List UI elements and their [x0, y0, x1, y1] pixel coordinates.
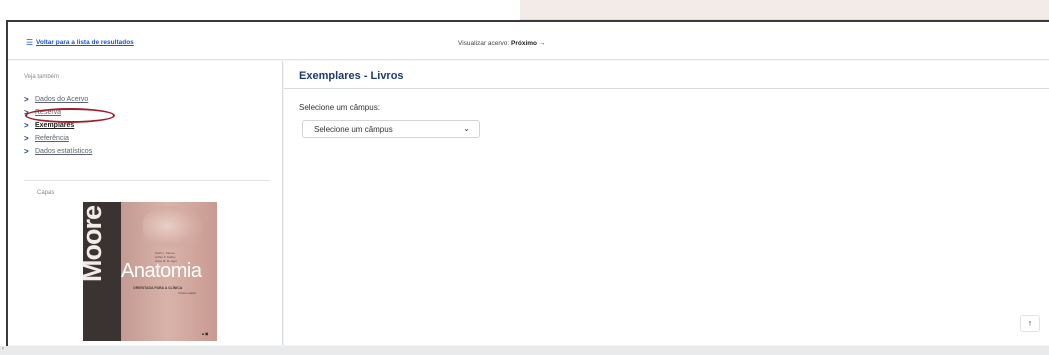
sidebar-item-label: Dados do Acervo	[35, 96, 89, 103]
cover-subtitle: ORIENTADA PARA A CLÍNICA	[133, 286, 183, 290]
main-panel	[284, 61, 1049, 345]
sidebar-item-label: Exemplares	[35, 122, 75, 129]
visualizar-acervo: Visualizar acervo: Próximo →	[458, 40, 545, 47]
title-divider	[284, 88, 1049, 89]
cover-title: Anatomia	[121, 260, 202, 282]
list-icon: ☰	[26, 38, 34, 47]
cover-author-name: Moore	[83, 206, 107, 282]
next-item-link[interactable]: Próximo →	[511, 40, 545, 47]
sidebar-item-label: Dados estatísticos	[35, 148, 93, 155]
chevron-down-icon: ⌄	[463, 124, 470, 133]
chevron-right-icon: >	[24, 134, 29, 143]
publisher-logo-icon: ▲◼	[201, 331, 209, 336]
bottom-scrollbar-area	[0, 346, 1049, 355]
chevron-right-icon: >	[24, 95, 29, 104]
page-title: Exemplares - Livros	[299, 70, 404, 82]
visualizar-label: Visualizar acervo:	[458, 40, 510, 47]
campus-select-value: Selecione um câmpus	[314, 125, 393, 134]
capas-heading: Capas	[37, 190, 55, 196]
chevron-right-icon: >	[24, 147, 29, 156]
book-cover-image: Keith L. Moore Arthur F. Dalley Anne M. …	[83, 202, 217, 341]
scroll-left-icon[interactable]: ‹	[2, 346, 4, 352]
arrow-up-icon: ↑	[1027, 318, 1033, 328]
screenshot-stage: ☰ Voltar para a lista de resultados Visu…	[0, 0, 1049, 355]
back-to-results-label: Voltar para a lista de resultados	[36, 39, 134, 46]
campus-label: Selecione um câmpus:	[299, 103, 380, 112]
sidebar-divider	[24, 180, 270, 181]
cover-edition: Oitava edição	[178, 291, 197, 295]
chevron-right-icon: >	[24, 121, 29, 130]
top-banner	[520, 0, 1049, 20]
see-also-heading: Veja também	[24, 74, 60, 80]
campus-select[interactable]: Selecione um câmpus ⌄	[302, 120, 480, 138]
reserva-highlight-circle	[25, 108, 115, 123]
back-to-results-link[interactable]: ☰ Voltar para a lista de resultados	[26, 38, 134, 47]
cover-anatomy-figure	[143, 206, 203, 250]
sidebar-item-label: Referência	[35, 135, 69, 142]
scroll-to-top-button[interactable]: ↑	[1020, 315, 1040, 332]
